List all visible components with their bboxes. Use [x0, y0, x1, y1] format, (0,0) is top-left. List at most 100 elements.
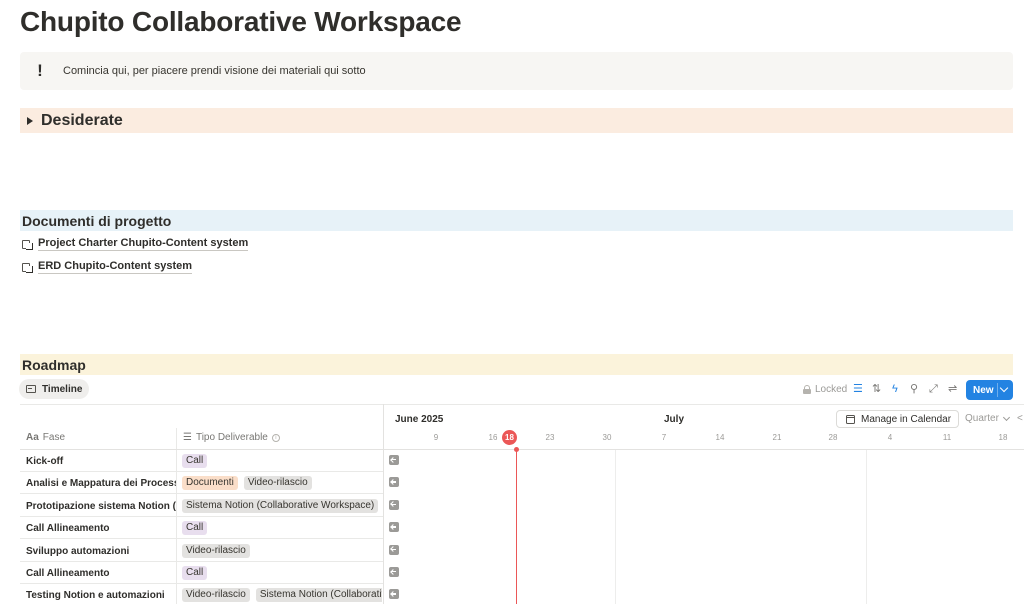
table-row[interactable]: Kick-off Call — [20, 450, 383, 472]
deliverable-tag: Video-rilascio — [182, 544, 250, 558]
deliverable-tag: Sistema Notion (Collaborative — [256, 588, 382, 602]
timeline-day-label: 14 — [710, 433, 730, 442]
deliverable-tag: Video-rilascio — [244, 476, 312, 490]
new-button-divider — [997, 383, 998, 397]
new-button[interactable]: New — [966, 380, 1013, 400]
previous-period-button[interactable]: < — [1017, 413, 1023, 424]
chevron-down-icon[interactable] — [1000, 384, 1008, 392]
scroll-to-item-arrow-icon[interactable] — [389, 545, 399, 555]
view-tab-label: Timeline — [42, 384, 82, 395]
deliverable-tag: Documenti — [182, 476, 238, 490]
table-row[interactable]: Sviluppo automazioni Video-rilascio — [20, 540, 383, 562]
fase-cell[interactable]: Prototipazione sistema Notion (senz — [26, 501, 176, 512]
tipo-deliverable-cell[interactable]: Call — [182, 454, 382, 468]
lock-icon — [803, 385, 811, 394]
search-icon[interactable]: ⚲ — [910, 383, 918, 395]
view-tab-timeline[interactable]: Timeline — [19, 379, 89, 399]
scroll-to-item-arrow-icon[interactable] — [389, 522, 399, 532]
calendar-icon — [846, 415, 855, 424]
chevron-down-icon — [1003, 413, 1010, 420]
today-marker: 18 — [502, 430, 517, 445]
callout-text: Comincia qui, per piacere prendi visione… — [63, 65, 366, 77]
tipo-deliverable-cell[interactable]: Call — [182, 566, 382, 580]
today-marker-dot — [514, 447, 519, 452]
grid-top-border — [20, 404, 1024, 405]
deliverable-tag: Sistema Notion (Collaborative Workspace) — [182, 499, 378, 513]
scroll-to-item-arrow-icon[interactable] — [389, 455, 399, 465]
fase-cell[interactable]: Sviluppo automazioni — [26, 546, 176, 557]
table-panel-border — [383, 404, 384, 604]
timeline-day-label: 16 — [483, 433, 503, 442]
deliverable-tag: Video-rilascio — [182, 588, 250, 602]
column-header-label: Tipo Deliverable — [196, 432, 268, 443]
fase-cell[interactable]: Analisi e Mappatura dei Processi — [26, 478, 176, 489]
fase-cell[interactable]: Call Allineamento — [26, 523, 176, 534]
doc-link-label[interactable]: Project Charter Chupito-Content system — [38, 237, 248, 251]
fase-cell[interactable]: Kick-off — [26, 456, 176, 467]
deliverable-tag: Call — [182, 521, 207, 535]
exclamation-icon: ! — [34, 61, 46, 81]
sort-icon[interactable]: ⇅ — [872, 383, 881, 395]
timeline-day-label: 4 — [880, 433, 900, 442]
toggle-desiderate[interactable]: Desiderate — [20, 108, 1013, 133]
timeline-day-label: 21 — [767, 433, 787, 442]
tipo-deliverable-cell[interactable]: Video-rilascio — [182, 544, 382, 558]
timeline-day-label: 28 — [823, 433, 843, 442]
timeline-day-label: 7 — [654, 433, 674, 442]
toggle-label: Desiderate — [41, 112, 123, 130]
tipo-deliverable-cell[interactable]: Video-rilascio Sistema Notion (Collaborat… — [182, 588, 382, 602]
table-row[interactable]: Testing Notion e automazioni Video-rilasc… — [20, 584, 383, 604]
timeline-day-label: 18 — [993, 433, 1013, 442]
fase-cell[interactable]: Testing Notion e automazioni — [26, 590, 176, 601]
tipo-deliverable-cell[interactable]: Call — [182, 521, 382, 535]
page-title: Chupito Collaborative Workspace — [20, 6, 461, 38]
tipo-deliverable-cell[interactable]: Sistema Notion (Collaborative Workspace)… — [182, 499, 382, 513]
deliverable-tag: Call — [182, 566, 207, 580]
doc-link-erd[interactable]: ERD Chupito-Content system — [22, 260, 192, 274]
timeline-icon — [26, 385, 36, 393]
today-line — [516, 449, 517, 604]
expand-icon[interactable]: ⤢ — [929, 383, 938, 395]
table-row[interactable]: Analisi e Mappatura dei Processi Document… — [20, 472, 383, 494]
timeline-day-label: 30 — [597, 433, 617, 442]
lightning-icon[interactable]: ϟ — [892, 383, 898, 395]
month-divider — [866, 450, 867, 604]
month-label: June 2025 — [395, 414, 443, 425]
info-icon[interactable]: i — [272, 434, 280, 442]
tipo-deliverable-cell[interactable]: Documenti Video-rilascio — [182, 476, 382, 490]
month-divider — [615, 450, 616, 604]
column-header-fase[interactable]: Aa Fase — [26, 432, 65, 443]
column-header-tipo-deliverable[interactable]: ☰ Tipo Deliverable i — [183, 432, 280, 443]
doc-link-label[interactable]: ERD Chupito-Content system — [38, 260, 192, 274]
scroll-to-item-arrow-icon[interactable] — [389, 567, 399, 577]
new-button-label: New — [973, 385, 994, 396]
roadmap-heading: Roadmap — [20, 354, 1013, 375]
list-icon: ☰ — [183, 432, 192, 443]
quarter-select[interactable]: Quarter — [965, 413, 1009, 424]
page-link-icon — [22, 262, 33, 273]
doc-link-project-charter[interactable]: Project Charter Chupito-Content system — [22, 237, 248, 251]
timeline-day-label: 9 — [426, 433, 446, 442]
month-label: July — [664, 414, 684, 425]
locked-indicator[interactable]: Locked — [803, 384, 847, 395]
deliverable-tag: Call — [182, 454, 207, 468]
documents-heading: Documenti di progetto — [20, 210, 1013, 231]
settings-sliders-icon[interactable]: ⇌ — [948, 383, 957, 395]
filter-icon[interactable]: ☰ — [853, 383, 863, 395]
fase-cell[interactable]: Call Allineamento — [26, 568, 176, 579]
timeline-day-label: 11 — [937, 433, 957, 442]
table-row[interactable]: Prototipazione sistema Notion (senz Siste… — [20, 495, 383, 517]
quarter-label: Quarter — [965, 413, 999, 424]
scroll-to-item-arrow-icon[interactable] — [389, 477, 399, 487]
manage-in-calendar-button[interactable]: Manage in Calendar — [836, 410, 959, 428]
table-row[interactable]: Call Allineamento Call — [20, 562, 383, 584]
scroll-to-item-arrow-icon[interactable] — [389, 500, 399, 510]
manage-label: Manage in Calendar — [861, 414, 951, 425]
callout: ! Comincia qui, per piacere prendi visio… — [20, 52, 1013, 90]
locked-label: Locked — [815, 384, 847, 395]
text-property-icon: Aa — [26, 432, 39, 443]
triangle-right-icon[interactable] — [27, 117, 33, 125]
table-row[interactable]: Call Allineamento Call — [20, 517, 383, 539]
scroll-to-item-arrow-icon[interactable] — [389, 589, 399, 599]
timeline-day-label: 23 — [540, 433, 560, 442]
